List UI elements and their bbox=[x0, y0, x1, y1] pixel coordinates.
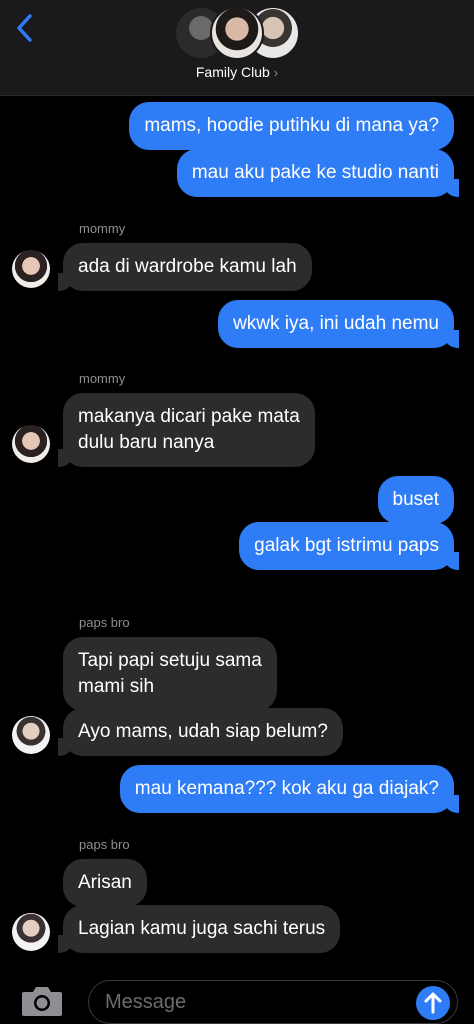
group-name-label: Family Club bbox=[195, 64, 270, 80]
incoming-message[interactable]: ada di wardrobe kamu lah bbox=[58, 243, 312, 291]
group-avatar-stack[interactable] bbox=[174, 6, 300, 60]
message-input-bar bbox=[0, 972, 474, 1024]
avatar[interactable] bbox=[12, 250, 50, 288]
message-text: makanya dicari pake mata bbox=[78, 406, 300, 427]
message-text: buset bbox=[392, 489, 439, 510]
send-button[interactable] bbox=[416, 986, 450, 1020]
message-text: Tapi papi setuju sama bbox=[78, 650, 262, 671]
message-text: mami sih bbox=[78, 676, 155, 697]
outgoing-message[interactable]: wkwk iya, ini udah nemu bbox=[218, 300, 459, 348]
message-text: galak bgt istrimu paps bbox=[254, 535, 439, 556]
message-text: dulu baru nanya bbox=[78, 432, 215, 453]
outgoing-message[interactable]: galak bgt istrimu paps bbox=[239, 522, 459, 570]
outgoing-message[interactable]: mau kemana??? kok aku ga diajak? bbox=[119, 765, 460, 813]
incoming-message[interactable]: Lagian kamu juga sachi terus bbox=[57, 905, 341, 953]
outgoing-message[interactable]: buset bbox=[377, 476, 454, 524]
sender-name: mommy bbox=[79, 221, 126, 236]
message-text: ada di wardrobe kamu lah bbox=[78, 256, 297, 277]
outgoing-message[interactable]: mams, hoodie putihku di mana ya? bbox=[129, 102, 454, 150]
message-text: mau aku pake ke studio nanti bbox=[191, 162, 439, 183]
group-member-avatar bbox=[210, 6, 264, 60]
message-text: mau kemana??? kok aku ga diajak? bbox=[134, 778, 439, 799]
sender-name: paps bro bbox=[79, 615, 130, 630]
message-text: mams, hoodie putihku di mana ya? bbox=[144, 115, 439, 136]
message-text: Ayo mams, udah siap belum? bbox=[78, 721, 328, 742]
avatar[interactable] bbox=[12, 716, 50, 754]
avatar[interactable] bbox=[12, 425, 50, 463]
chevron-left-icon[interactable] bbox=[10, 12, 42, 44]
incoming-message[interactable]: makanya dicari pake mata dulu baru nanya bbox=[58, 393, 315, 467]
conversation-header: Family Club › bbox=[0, 0, 474, 96]
camera-icon[interactable] bbox=[20, 984, 64, 1018]
incoming-message[interactable]: Arisan bbox=[63, 859, 147, 907]
incoming-message[interactable]: Tapi papi setuju sama mami sih bbox=[63, 637, 277, 711]
message-text: Arisan bbox=[78, 872, 132, 893]
message-text: wkwk iya, ini udah nemu bbox=[233, 313, 439, 334]
sender-name: mommy bbox=[79, 371, 126, 386]
avatar[interactable] bbox=[12, 913, 50, 951]
outgoing-message[interactable]: mau aku pake ke studio nanti bbox=[176, 149, 460, 197]
group-name-button[interactable]: Family Club › bbox=[0, 64, 474, 80]
message-text: Lagian kamu juga sachi terus bbox=[78, 918, 326, 939]
message-input[interactable] bbox=[88, 980, 458, 1024]
arrow-up-icon bbox=[424, 992, 442, 1014]
sender-name: paps bro bbox=[79, 837, 130, 852]
chevron-right-icon: › bbox=[273, 65, 279, 80]
incoming-message[interactable]: Ayo mams, udah siap belum? bbox=[58, 708, 343, 756]
